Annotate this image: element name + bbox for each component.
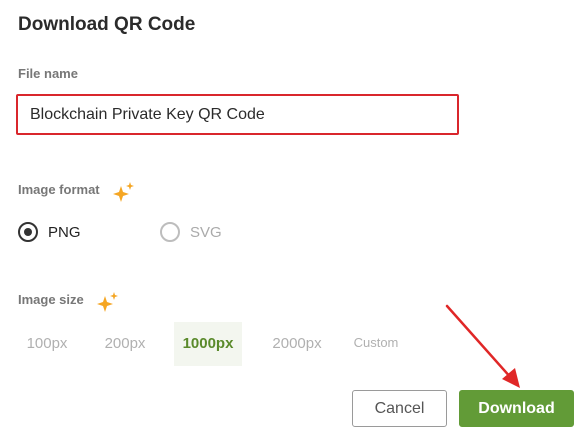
- file-name-label: File name: [18, 66, 78, 81]
- cancel-button[interactable]: Cancel: [352, 390, 447, 427]
- format-option-label: PNG: [48, 223, 81, 241]
- image-format-label: Image format: [18, 182, 100, 197]
- format-option-png[interactable]: PNG: [18, 222, 81, 242]
- radio-unselected-icon[interactable]: [160, 222, 180, 242]
- size-option-1000px[interactable]: 1000px: [174, 322, 242, 366]
- size-option-100px[interactable]: 100px: [16, 322, 78, 366]
- size-option-custom[interactable]: Custom: [346, 322, 406, 366]
- radio-selected-icon[interactable]: [18, 222, 38, 242]
- size-option-2000px[interactable]: 2000px: [262, 322, 332, 366]
- image-size-label: Image size: [18, 292, 84, 307]
- size-option-200px[interactable]: 200px: [94, 322, 156, 366]
- sparkle-icon: [97, 292, 118, 312]
- dialog-title: Download QR Code: [18, 14, 196, 35]
- annotation-arrow-icon: [445, 304, 520, 388]
- file-name-input[interactable]: [16, 94, 459, 135]
- download-button[interactable]: Download: [459, 390, 574, 427]
- sparkle-icon: [113, 182, 134, 202]
- format-option-svg[interactable]: SVG: [160, 222, 222, 242]
- format-option-label: SVG: [190, 223, 222, 241]
